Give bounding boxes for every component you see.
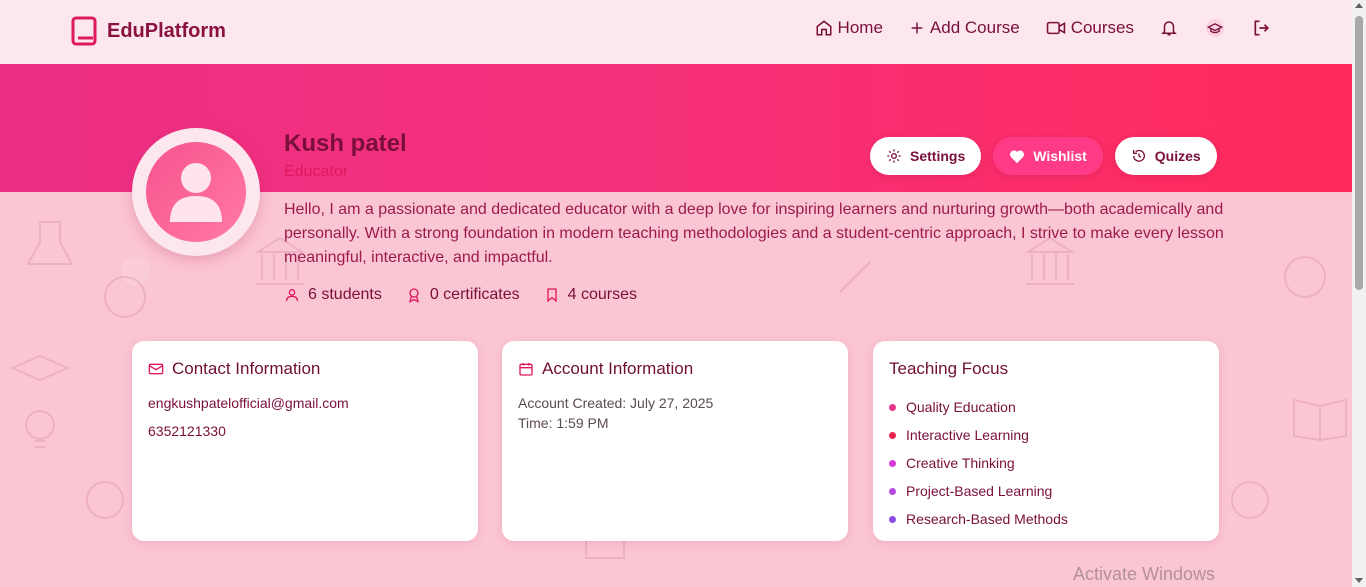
profile-name: Kush patel (284, 130, 407, 157)
account-card: Account Information Account Created: Jul… (502, 341, 848, 541)
account-title-text: Account Information (542, 359, 694, 378)
gear-icon (886, 148, 902, 164)
bookmark-icon (544, 287, 560, 303)
profile-role: Educator (284, 163, 349, 180)
focus-label: Project-Based Learning (906, 483, 1053, 499)
bullet-dot (889, 431, 896, 439)
stat-certificates: 0 certificates (406, 286, 520, 304)
windows-activation-watermark: Activate Windows (1073, 564, 1216, 584)
teaching-card: Teaching Focus Quality Education Interac… (873, 341, 1219, 541)
teaching-title-text: Teaching Focus (889, 359, 1009, 378)
contact-title-text: Contact Information (172, 359, 321, 378)
nav-home[interactable]: Home (815, 18, 883, 38)
brand-logo[interactable]: EduPlatform (71, 16, 226, 46)
calendar-icon (518, 361, 534, 377)
profile-bio: Hello, I am a passionate and dedicated e… (284, 201, 1224, 266)
quizes-label: Quizes (1154, 148, 1201, 164)
wishlist-label: Wishlist (1033, 148, 1087, 164)
stat-courses-value: 4 courses (567, 286, 638, 303)
stat-certificates-value: 0 certificates (429, 286, 520, 303)
bullet-dot (889, 487, 896, 495)
list-item: Quality Education (889, 393, 1203, 421)
heart-icon (1009, 149, 1025, 164)
wishlist-button[interactable]: Wishlist (993, 137, 1103, 175)
contact-card: Contact Information engkushpatelofficial… (132, 341, 478, 541)
nav-courses-label: Courses (1070, 18, 1134, 37)
mail-icon (148, 362, 164, 376)
list-item: Interactive Learning (889, 421, 1203, 449)
account-time: Time: 1:59 PM (518, 415, 609, 431)
bullet-dot (889, 515, 896, 523)
quizes-button[interactable]: Quizes (1114, 137, 1217, 175)
teaching-card-title: Teaching Focus (889, 359, 1203, 379)
plus-icon (909, 20, 925, 36)
list-item: Project-Based Learning (889, 477, 1203, 505)
scroll-up-icon[interactable] (1355, 3, 1363, 8)
nav-links: Home Add Course Courses (815, 18, 1272, 38)
stat-courses: 4 courses (544, 286, 637, 304)
focus-label: Creative Thinking (906, 455, 1015, 471)
nav-home-label: Home (837, 18, 883, 37)
user-icon (284, 287, 300, 303)
contact-phone[interactable]: 6352121330 (148, 421, 462, 441)
profile-actions: Settings Wishlist Quizes (870, 137, 1217, 175)
stat-students-value: 6 students (308, 286, 382, 303)
settings-button[interactable]: Settings (870, 137, 982, 175)
history-icon (1131, 148, 1147, 164)
video-icon (1046, 20, 1066, 36)
home-icon (815, 19, 833, 37)
settings-label: Settings (910, 148, 966, 164)
brand-name: EduPlatform (107, 19, 226, 42)
list-item: Creative Thinking (889, 449, 1203, 477)
user-icon (146, 142, 246, 242)
logout-icon[interactable] (1252, 18, 1272, 38)
award-icon (406, 287, 422, 303)
focus-label: Interactive Learning (906, 427, 1029, 443)
profile-stats: 6 students 0 certificates 4 courses (284, 286, 637, 304)
teaching-focus-list: Quality Education Interactive Learning C… (889, 393, 1203, 533)
contact-card-title: Contact Information (148, 359, 462, 379)
bullet-dot (889, 403, 896, 411)
account-card-title: Account Information (518, 359, 832, 379)
bell-icon[interactable] (1160, 18, 1178, 38)
list-item: Research-Based Methods (889, 505, 1203, 533)
book-icon (71, 16, 97, 46)
scroll-down-icon[interactable] (1355, 578, 1363, 583)
focus-label: Quality Education (906, 399, 1016, 415)
bullet-dot (889, 459, 896, 467)
account-created: Account Created: July 27, 2025 (518, 395, 714, 411)
vertical-scrollbar[interactable] (1352, 0, 1366, 587)
graduation-cap-icon[interactable] (1204, 18, 1226, 38)
avatar[interactable] (132, 128, 260, 256)
stat-students: 6 students (284, 286, 382, 304)
nav-courses[interactable]: Courses (1046, 18, 1134, 38)
scroll-thumb[interactable] (1355, 16, 1363, 290)
top-navbar: EduPlatform Home Add Course Courses (0, 0, 1352, 64)
focus-label: Research-Based Methods (906, 511, 1068, 527)
nav-add-course[interactable]: Add Course (909, 18, 1020, 38)
nav-add-course-label: Add Course (929, 18, 1020, 37)
contact-email[interactable]: engkushpatelofficial@gmail.com (148, 393, 462, 413)
